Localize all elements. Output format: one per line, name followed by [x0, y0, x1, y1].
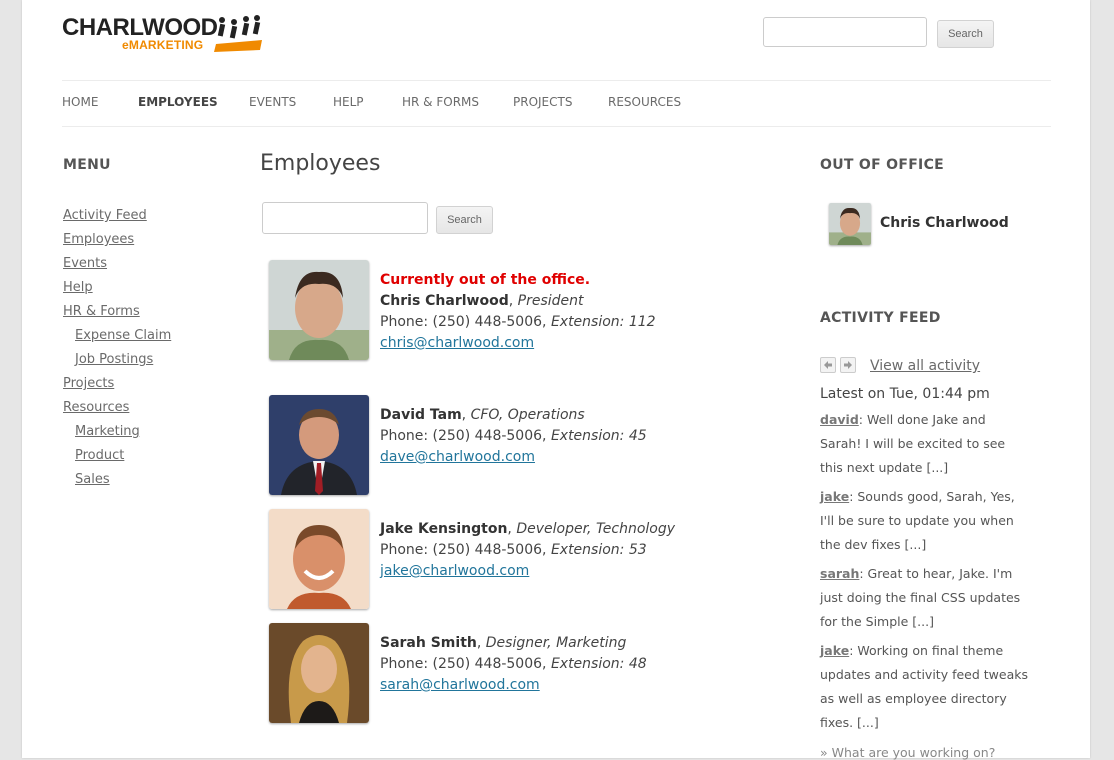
nav-home[interactable]: HOME — [62, 95, 98, 109]
activity-text: : Working on final theme updates and act… — [820, 643, 1028, 730]
next-arrow-icon[interactable] — [840, 357, 856, 373]
employee-name: Jake Kensington — [380, 521, 508, 537]
employee-name: Chris Charlwood — [380, 293, 509, 309]
employee-phone: Phone: (250) 448-5006, — [380, 428, 551, 444]
logo-subtext: eMARKETING — [122, 38, 204, 52]
employee-email-link[interactable]: sarah@charlwood.com — [380, 677, 540, 693]
employee-phone: Phone: (250) 448-5006, — [380, 314, 551, 330]
page: CHARLWOOD eMARKETING Search HOME EMPLOYE… — [22, 0, 1090, 760]
menu-item-help[interactable]: Help — [63, 280, 93, 295]
employee-info: Jake Kensington, Developer, Technology P… — [380, 521, 676, 579]
activity-item: jake: Working on final theme updates and… — [820, 639, 1030, 735]
page-title: Employees — [260, 151, 381, 176]
menu-item-expense-claim[interactable]: Expense Claim — [75, 328, 171, 343]
nav-hr-forms[interactable]: HR & FORMS — [402, 95, 479, 109]
nav-help[interactable]: HELP — [333, 95, 364, 109]
nav-resources[interactable]: RESOURCES — [608, 95, 681, 109]
employee-extension: Extension: 53 — [550, 542, 647, 558]
activity-user-link[interactable]: jake — [820, 643, 849, 658]
menu-item-hr-forms[interactable]: HR & Forms — [63, 304, 140, 319]
activity-user-link[interactable]: jake — [820, 489, 849, 504]
menu-item-projects[interactable]: Projects — [63, 376, 114, 391]
employee-role: CFO, Operations — [470, 407, 585, 423]
employee-photo[interactable] — [269, 509, 369, 609]
employee-email-link[interactable]: jake@charlwood.com — [380, 563, 529, 579]
activity-user-link[interactable]: david — [820, 412, 859, 427]
site-logo[interactable]: CHARLWOOD eMARKETING — [62, 14, 272, 56]
menu-item-events[interactable]: Events — [63, 256, 107, 271]
employee-card: Currently out of the office. Chris Charl… — [269, 260, 869, 370]
menu-title: MENU — [63, 157, 111, 173]
employee-email-link[interactable]: chris@charlwood.com — [380, 335, 534, 351]
employee-extension: Extension: 112 — [550, 314, 656, 330]
logo-figures-icon — [214, 15, 262, 52]
menu-item-employees[interactable]: Employees — [63, 232, 134, 247]
employee-photo[interactable] — [269, 260, 369, 360]
out-of-office-title: OUT OF OFFICE — [820, 157, 945, 173]
activity-feed-title: ACTIVITY FEED — [820, 310, 941, 326]
menu-item-resources[interactable]: Resources — [63, 400, 129, 415]
employee-phone: Phone: (250) 448-5006, — [380, 656, 551, 672]
employee-role: President — [517, 293, 584, 309]
employee-search-button[interactable]: Search — [436, 206, 493, 234]
employee-search-input[interactable] — [262, 202, 428, 234]
employee-email-link[interactable]: dave@charlwood.com — [380, 449, 535, 465]
header-search-button[interactable]: Search — [937, 20, 994, 48]
activity-user-link[interactable]: sarah — [820, 566, 859, 581]
activity-item: sarah: Great to hear, Jake. I'm just doi… — [820, 562, 1030, 634]
employee-phone: Phone: (250) 448-5006, — [380, 542, 551, 558]
employee-extension: Extension: 45 — [550, 428, 647, 444]
header-search-input[interactable] — [763, 17, 927, 47]
employee-card: Sarah Smith, Designer, Marketing Phone: … — [269, 623, 869, 723]
menu-item-activity-feed[interactable]: Activity Feed — [63, 208, 147, 223]
activity-text: : Sounds good, Sarah, Yes, I'll be sure … — [820, 489, 1015, 552]
nav-projects[interactable]: PROJECTS — [513, 95, 572, 109]
out-of-office-name[interactable]: Chris Charlwood — [880, 215, 1009, 231]
menu-item-marketing[interactable]: Marketing — [75, 424, 140, 439]
employee-info: Sarah Smith, Designer, Marketing Phone: … — [380, 635, 647, 693]
out-of-office-avatar[interactable] — [829, 203, 871, 245]
nav-employees[interactable]: EMPLOYEES — [138, 95, 218, 109]
employee-photo[interactable] — [269, 395, 369, 495]
employee-card: David Tam, CFO, Operations Phone: (250) … — [269, 395, 869, 495]
menu-item-sales[interactable]: Sales — [75, 472, 110, 487]
employee-name: David Tam — [380, 407, 462, 423]
activity-item: jake: Sounds good, Sarah, Yes, I'll be s… — [820, 485, 1030, 557]
activity-latest-timestamp: Latest on Tue, 01:44 pm — [820, 386, 990, 402]
out-of-office-notice: Currently out of the office. — [380, 272, 591, 288]
main-nav: HOME EMPLOYEES EVENTS HELP HR & FORMS PR… — [62, 80, 1051, 127]
nav-events[interactable]: EVENTS — [249, 95, 296, 109]
employee-info: Currently out of the office. Chris Charl… — [380, 272, 656, 351]
menu-item-job-postings[interactable]: Job Postings — [75, 352, 153, 367]
employee-info: David Tam, CFO, Operations Phone: (250) … — [380, 407, 647, 465]
employee-extension: Extension: 48 — [550, 656, 647, 672]
menu-item-product[interactable]: Product — [75, 448, 124, 463]
employee-card: Jake Kensington, Developer, Technology P… — [269, 509, 869, 609]
activity-item: david: Well done Jake and Sarah! I will … — [820, 408, 1030, 480]
employee-name: Sarah Smith — [380, 635, 477, 651]
employee-role: Developer, Technology — [516, 521, 676, 537]
view-all-activity-link[interactable]: View all activity — [870, 358, 980, 374]
prev-arrow-icon[interactable] — [820, 357, 836, 373]
employee-photo[interactable] — [269, 623, 369, 723]
employee-role: Designer, Marketing — [485, 635, 627, 651]
